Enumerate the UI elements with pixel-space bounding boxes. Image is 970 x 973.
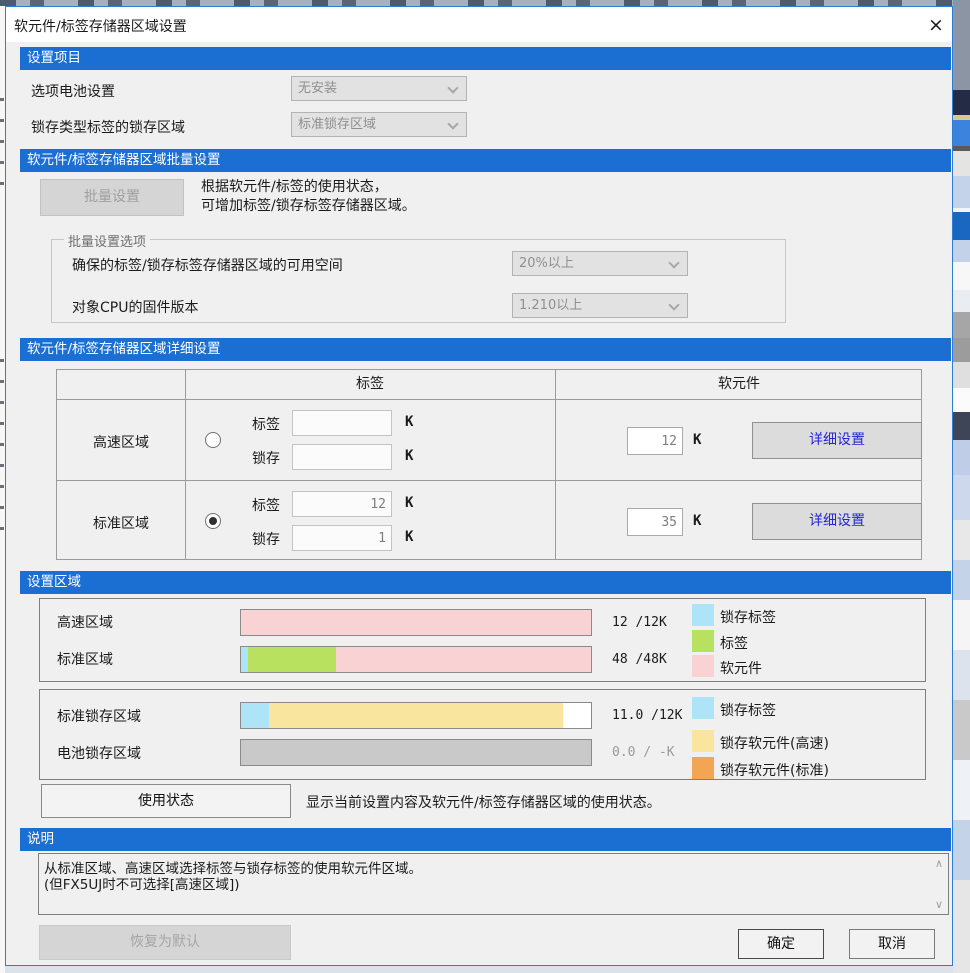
label-caption: 标签: [252, 495, 280, 515]
dialog-title: 软元件/标签存储器区域设置: [14, 16, 187, 36]
legend-latch-label: 锁存标签: [720, 607, 776, 627]
standard-area-bar: [240, 646, 592, 673]
highspeed-label-field[interactable]: [292, 410, 392, 436]
column-header-label: 标签: [185, 370, 555, 399]
battery-latch-area-bar: [240, 739, 592, 766]
note-line2: (但FX5UJ时不可选择[高速区域]): [44, 873, 240, 893]
latch-area-value: 标准锁存区域: [298, 117, 376, 132]
table-row-name-highspeed: 高速区域: [58, 432, 184, 452]
firmware-label: 对象CPU的固件版本: [72, 297, 198, 317]
free-space-dropdown: 20%以上: [512, 251, 688, 276]
unit-k: K: [693, 513, 701, 529]
section-header-setting-area: 设置区域: [20, 571, 951, 594]
free-space-value: 20%以上: [519, 256, 574, 271]
dialog-titlebar: 软元件/标签存储器区域设置 ×: [6, 7, 952, 42]
scroll-up-icon[interactable]: ∧: [935, 857, 943, 870]
standard-label-field[interactable]: [292, 491, 392, 517]
area-group-latch: 标准锁存区域 11.0 /12K 电池锁存区域 0.0 / -K 锁存标签 锁存…: [39, 689, 926, 780]
legend-swatch-latch-label-2: [692, 697, 714, 719]
battery-latch-area-value: 0.0 / -K: [612, 745, 675, 760]
battery-setting-label: 选项电池设置: [31, 81, 115, 101]
column-header-device: 软元件: [555, 370, 923, 399]
legend-latch-device-std: 锁存软元件(标准): [720, 760, 829, 780]
standard-device-field[interactable]: [627, 508, 683, 536]
ok-button[interactable]: 确定: [738, 929, 824, 959]
scroll-down-icon[interactable]: ∨: [935, 898, 943, 911]
chevron-down-icon: [669, 301, 679, 311]
latch-caption: 锁存: [252, 448, 280, 468]
highspeed-detail-button[interactable]: 详细设置: [752, 422, 922, 459]
chevron-down-icon: [448, 84, 458, 94]
batch-desc-line2: 可增加标签/锁存标签存储器区域。: [201, 197, 416, 216]
section-header-setting-items: 设置项目: [20, 47, 951, 70]
standard-detail-button[interactable]: 详细设置: [752, 503, 922, 540]
highspeed-latch-field[interactable]: [292, 444, 392, 470]
unit-k: K: [405, 448, 413, 464]
close-icon[interactable]: ×: [922, 11, 950, 39]
highspeed-area-value: 12 /12K: [612, 615, 667, 630]
chevron-down-icon: [669, 259, 679, 269]
highspeed-area-bar: [240, 609, 592, 636]
batch-options-groupbox: 批量设置选项 确保的标签/锁存标签存储器区域的可用空间 20%以上 对象CPU的…: [51, 239, 786, 323]
legend-latch-label-2: 锁存标签: [720, 700, 776, 720]
batch-options-title: 批量设置选项: [64, 231, 150, 250]
restore-default-button: 恢复为默认: [39, 925, 291, 960]
unit-k: K: [405, 529, 413, 545]
usage-status-button[interactable]: 使用状态: [41, 784, 291, 818]
usage-status-desc: 显示当前设置内容及软元件/标签存储器区域的使用状态。: [306, 792, 661, 812]
standard-latch-area-value: 11.0 /12K: [612, 708, 682, 723]
device-label-memory-dialog: 软元件/标签存储器区域设置 × 设置项目 选项电池设置 无安装 锁存类型标签的锁…: [5, 6, 953, 966]
latch-area-dropdown: 标准锁存区域: [291, 112, 467, 137]
standard-area-label: 标准区域: [57, 649, 113, 669]
section-header-detail-setting: 软元件/标签存储器区域详细设置: [20, 338, 951, 361]
highspeed-device-field[interactable]: [627, 427, 683, 455]
battery-setting-dropdown: 无安装: [291, 76, 467, 101]
table-row-name-standard: 标准区域: [58, 513, 184, 533]
section-header-batch-setting: 软元件/标签存储器区域批量设置: [20, 149, 951, 172]
chevron-down-icon: [448, 120, 458, 130]
legend-latch-device-high: 锁存软元件(高速): [720, 733, 829, 753]
section-header-note: 说明: [20, 828, 951, 851]
legend-label: 标签: [720, 633, 748, 653]
unit-k: K: [405, 495, 413, 511]
cancel-button[interactable]: 取消: [849, 929, 935, 959]
unit-k: K: [693, 432, 701, 448]
note-box: 从标准区域、高速区域选择标签与锁存标签的使用软元件区域。 (但FX5UJ时不可选…: [38, 853, 949, 915]
standard-latch-field[interactable]: [292, 525, 392, 551]
legend-swatch-latch-device-std: [692, 757, 714, 779]
standard-latch-area-bar: [240, 702, 592, 729]
legend-swatch-latch-device-high: [692, 730, 714, 752]
unit-k: K: [405, 414, 413, 430]
free-space-label: 确保的标签/锁存标签存储器区域的可用空间: [72, 255, 343, 275]
standard-radio[interactable]: [205, 513, 221, 529]
detail-setting-table: 标签 软元件 高速区域 标签 K 锁存 K K 详细设置 标准区域 标签 K 锁…: [56, 369, 922, 560]
standard-area-value: 48 /48K: [612, 652, 667, 667]
latch-area-label: 锁存类型标签的锁存区域: [31, 117, 185, 137]
legend-device: 软元件: [720, 658, 762, 678]
highspeed-radio[interactable]: [205, 432, 221, 448]
firmware-dropdown: 1.210以上: [512, 293, 688, 318]
battery-latch-area-label: 电池锁存区域: [57, 743, 141, 763]
legend-swatch-label: [692, 630, 714, 652]
highspeed-area-label: 高速区域: [57, 612, 113, 632]
batch-setting-button: 批量设置: [40, 179, 184, 216]
batch-desc-line1: 根据软元件/标签的使用状态，: [201, 178, 388, 197]
area-group-label: 高速区域 12 /12K 标准区域 48 /48K 锁存标签 标签 软元件: [39, 598, 926, 682]
latch-caption: 锁存: [252, 529, 280, 549]
legend-swatch-latch-label: [692, 604, 714, 626]
legend-swatch-device: [692, 655, 714, 677]
background-window-edge: [953, 0, 970, 973]
battery-setting-value: 无安装: [298, 81, 337, 96]
label-caption: 标签: [252, 414, 280, 434]
standard-latch-area-label: 标准锁存区域: [57, 706, 141, 726]
firmware-value: 1.210以上: [519, 298, 582, 313]
